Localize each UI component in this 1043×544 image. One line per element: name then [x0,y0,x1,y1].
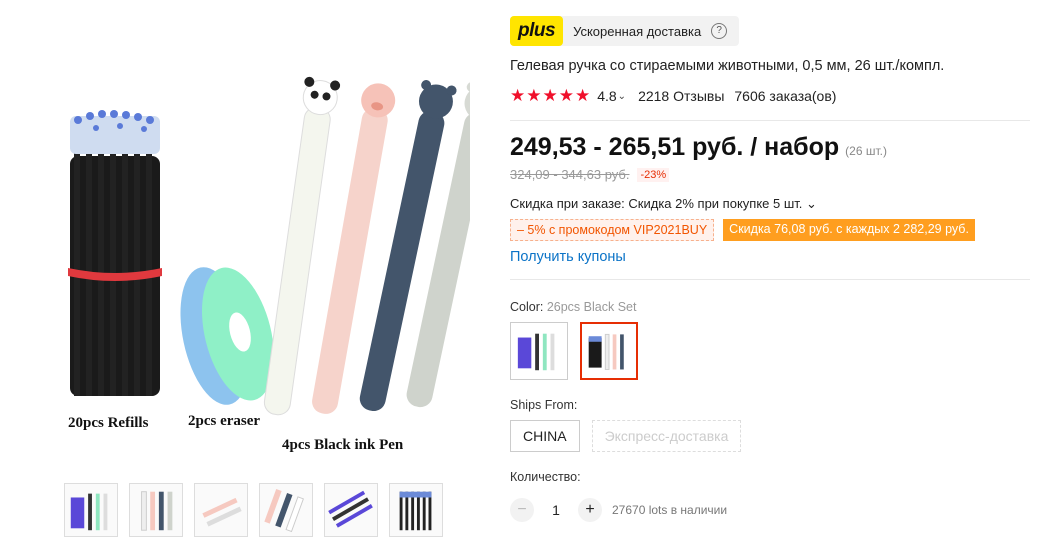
star-rating-icon: ★★★★★ [510,86,592,105]
ships-from-label: Ships From: [510,398,578,412]
old-price-row: 324,09 - 344,63 руб. -23% [510,167,1030,182]
color-label-text: Color: [510,300,544,314]
old-price: 324,09 - 344,63 руб. [510,167,630,182]
reviews-link[interactable]: 2218 Отзывы [638,88,724,104]
quantity-input[interactable]: 1 [534,502,578,518]
per-set-count: (26 шт.) [845,144,887,158]
eraser-caption: 2pcs eraser [188,413,260,429]
plus-logo: plus [510,16,564,46]
order-discount[interactable]: Скидка при заказе: Скидка 2% при покупке… [510,196,1030,212]
rating-row: ★★★★★ 4.8 ⌄ 2218 Отзывы 7606 заказа(ов) [510,86,1030,106]
plus-shipping-text: Ускоренная доставка [573,23,702,39]
color-swatches [510,322,1030,380]
divider [510,279,1030,280]
pens-caption: 4pcs Black ink Pen [282,437,404,453]
thumbnail-5[interactable] [324,483,378,537]
rating-value[interactable]: 4.8 [597,88,616,104]
promo-row: – 5% с промокодом VIP2021BUY Скидка 76,0… [510,219,1030,241]
thumbnail-6[interactable] [389,483,443,537]
product-photo: 20pcs Refills 2pcs eraser 4pcs Black ink… [68,76,503,453]
discount-badge: -23% [637,167,670,182]
quantity-decrease-button[interactable]: − [510,498,534,522]
price-row: 249,53 - 265,51 руб. / набор (26 шт.) [510,133,1030,162]
color-swatch-2-selected[interactable] [580,322,638,380]
quantity-label: Количество: [510,470,581,484]
color-selected-value: 26pcs Black Set [546,300,637,314]
get-coupons-link[interactable]: Получить купоны [510,249,1030,265]
pens-group [263,76,503,416]
current-price: 249,53 - 265,51 руб. / набор [510,133,840,161]
thumbnail-2[interactable] [129,483,183,537]
store-discount-badge[interactable]: Скидка 76,08 руб. с каждых 2 282,29 руб. [723,219,975,241]
thumbnail-strip [64,483,443,537]
orders-count: 7606 заказа(ов) [734,88,837,104]
refills-bundle [68,110,162,396]
thumbnail-1[interactable] [64,483,118,537]
plus-shipping-badge[interactable]: plus Ускоренная доставка ? [510,16,740,46]
ships-from-options: CHINA Экспресс-доставка [510,420,1030,452]
product-title: Гелевая ручка со стираемыми животными, 0… [510,58,945,74]
color-swatch-1[interactable] [510,322,568,380]
chevron-down-icon[interactable]: ⌄ [618,91,626,102]
thumbnail-3[interactable] [194,483,248,537]
ship-option-china[interactable]: CHINA [510,420,580,452]
quantity-stepper: − 1 + 27670 lots в наличии [510,498,1030,522]
color-label: Color: 26pcs Black Set [510,300,1030,314]
product-info: plus Ускоренная доставка ? Гелевая ручка… [510,16,1030,522]
promo-code-badge[interactable]: – 5% с промокодом VIP2021BUY [510,219,715,241]
thumbnail-4[interactable] [259,483,313,537]
help-icon[interactable]: ? [711,23,728,39]
main-product-image[interactable]: 20pcs Refills 2pcs eraser 4pcs Black ink… [30,16,503,456]
ship-option-express[interactable]: Экспресс-доставка [591,420,742,452]
divider [510,120,1030,121]
refills-caption: 20pcs Refills [68,415,149,431]
stock-count: 27670 lots в наличии [612,503,728,517]
quantity-increase-button[interactable]: + [578,498,602,522]
